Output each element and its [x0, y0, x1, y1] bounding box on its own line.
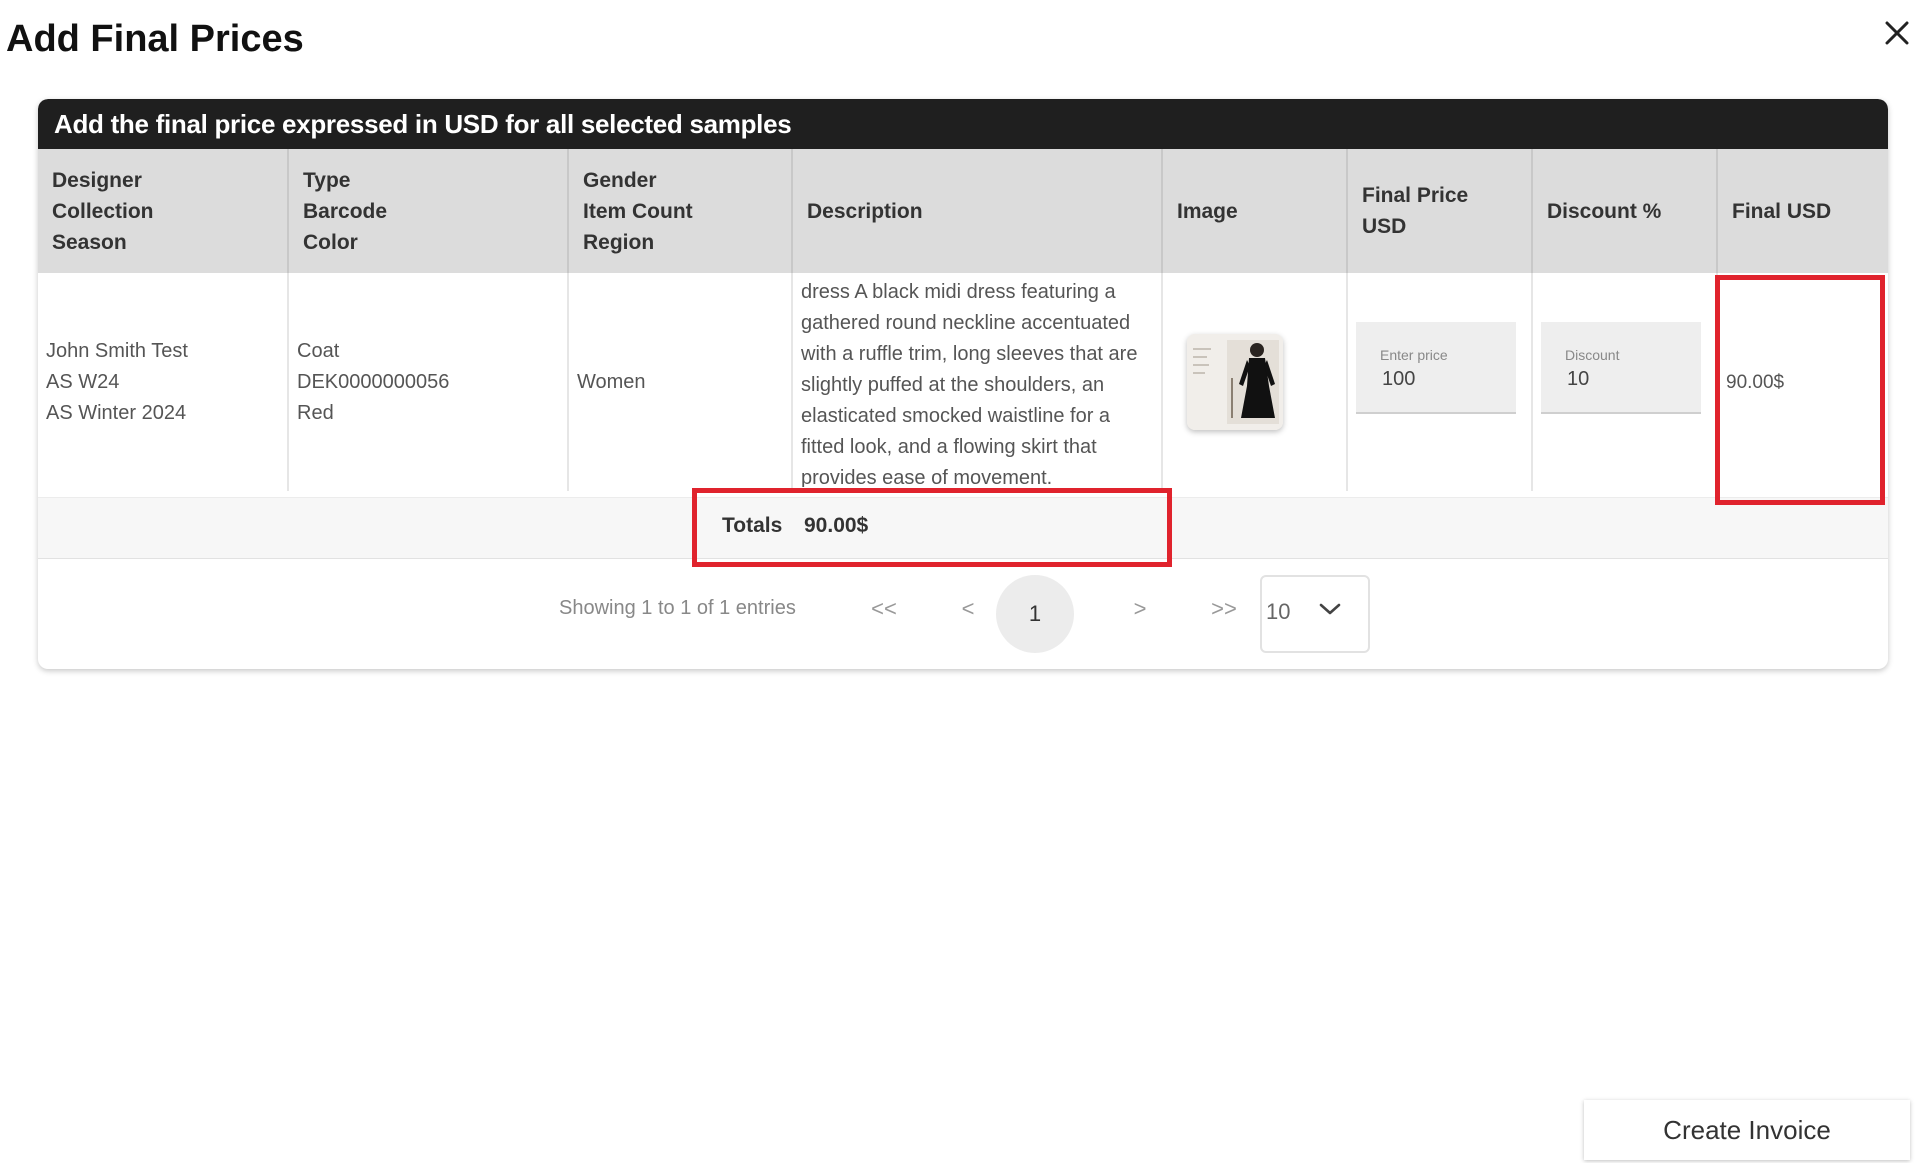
item-gender: Women	[577, 370, 646, 393]
dress-thumbnail[interactable]	[1187, 334, 1283, 430]
pagination: Showing 1 to 1 of 1 entries << < 1 > >> …	[38, 569, 1888, 653]
gender-cell: Women	[568, 273, 793, 491]
final-usd-cell: 90.00$	[1717, 273, 1888, 491]
close-button[interactable]	[1878, 14, 1916, 52]
item-type: Coat	[297, 339, 340, 362]
col-header-final-price[interactable]: Final Price USD	[1347, 149, 1533, 273]
type-cell: Coat DEK0000000056 Red	[288, 273, 569, 491]
prev-page-button[interactable]: <	[948, 589, 988, 629]
page-size-value: 10	[1266, 599, 1291, 624]
totals-label: Totals	[722, 514, 783, 537]
discount-cell: Discount 10	[1532, 273, 1718, 491]
item-description: dress A black midi dress featuring a gat…	[801, 281, 1138, 487]
card-header: Add the final price expressed in USD for…	[38, 99, 1888, 149]
current-page-button[interactable]: 1	[996, 575, 1074, 653]
item-barcode: DEK0000000056	[297, 370, 450, 393]
col-header-designer[interactable]: Designer Collection Season	[38, 149, 289, 273]
pagination-info: Showing 1 to 1 of 1 entries	[559, 597, 796, 619]
col-header-image[interactable]: Image	[1162, 149, 1348, 273]
col-header-discount[interactable]: Discount %	[1532, 149, 1718, 273]
final-price-cell: Enter price 100	[1347, 273, 1533, 491]
season-name: AS Winter 2024	[46, 401, 187, 424]
description-cell: dress A black midi dress featuring a gat…	[792, 273, 1163, 491]
item-color: Red	[297, 401, 334, 424]
final-price-input[interactable]: Enter price 100	[1356, 322, 1516, 414]
collection-name: AS W24	[46, 370, 120, 393]
add-final-prices-dialog: Add Final Prices Add the final price exp…	[0, 0, 1920, 1163]
table-row: John Smith Test AS W24 AS Winter 2024 Co…	[38, 273, 1888, 491]
totals-value: 90.00$	[804, 514, 869, 537]
table-header-row: Designer Collection Season Type Barcode …	[38, 149, 1888, 273]
discount-value: 10	[1567, 368, 1590, 390]
next-page-button[interactable]: >	[1120, 589, 1160, 629]
final-price-value: 100	[1382, 368, 1416, 390]
samples-table: Designer Collection Season Type Barcode …	[38, 149, 1888, 491]
dialog-title: Add Final Prices	[6, 18, 304, 60]
col-header-type[interactable]: Type Barcode Color	[288, 149, 569, 273]
col-header-gender[interactable]: Gender Item Count Region	[568, 149, 793, 273]
chevron-down-icon	[1319, 603, 1341, 615]
totals-row: Totals 90.00$	[38, 497, 1888, 559]
page-size-select[interactable]: 10	[1260, 575, 1370, 653]
col-header-final-usd[interactable]: Final USD	[1717, 149, 1888, 273]
first-page-button[interactable]: <<	[864, 589, 904, 629]
samples-card: Add the final price expressed in USD for…	[38, 99, 1888, 669]
discount-input[interactable]: Discount 10	[1541, 322, 1701, 414]
create-invoice-button[interactable]: Create Invoice	[1584, 1100, 1910, 1160]
close-icon	[1885, 21, 1909, 45]
col-header-description[interactable]: Description	[792, 149, 1163, 273]
image-cell	[1162, 273, 1348, 491]
designer-name: John Smith Test	[46, 339, 188, 362]
designer-cell: John Smith Test AS W24 AS Winter 2024	[38, 273, 289, 491]
final-usd-value: 90.00$	[1726, 371, 1785, 393]
dress-image-icon	[1187, 334, 1283, 430]
last-page-button[interactable]: >>	[1204, 589, 1244, 629]
